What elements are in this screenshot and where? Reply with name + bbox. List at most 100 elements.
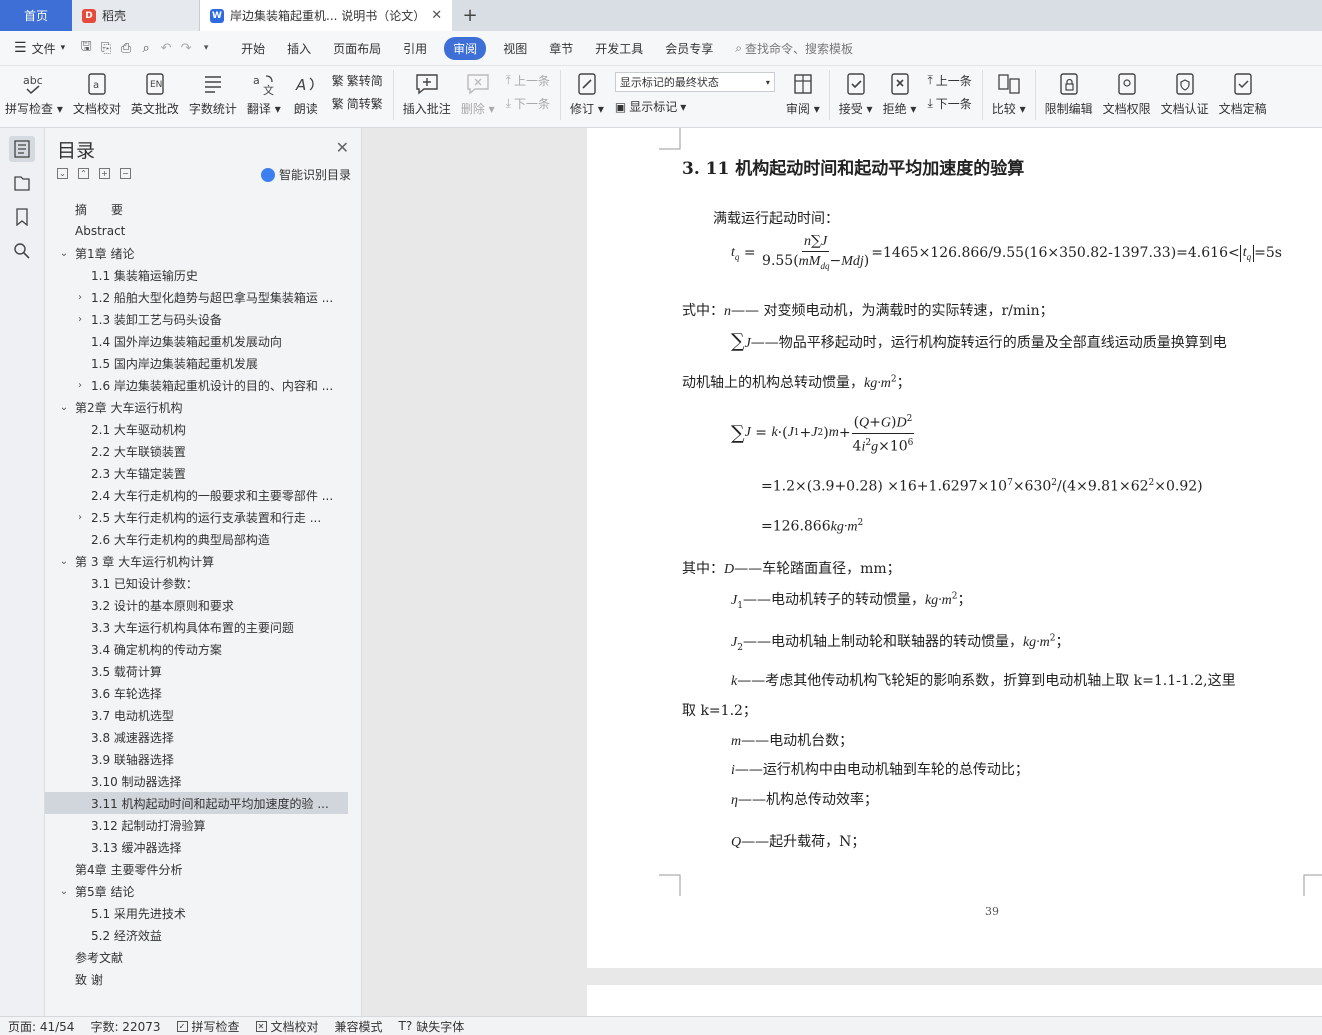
chevron-down-icon[interactable]: ⌄ xyxy=(57,886,71,897)
compat-mode[interactable]: 兼容模式 xyxy=(327,1018,391,1035)
reject-button[interactable]: 拒绝 ▾ xyxy=(878,70,922,117)
search-icon[interactable] xyxy=(9,238,35,264)
spell-check-status[interactable]: ✓ 拼写检查 xyxy=(169,1018,248,1035)
menu-item-references[interactable]: 引用 xyxy=(392,40,438,57)
page-indicator[interactable]: 页面: 41/54 xyxy=(0,1018,82,1035)
toc-item[interactable]: › 2.5 大车行走机构的运行支承装置和行走 ... xyxy=(45,506,362,528)
search-command[interactable]: ⌕ 查找命令、搜索模板 xyxy=(724,40,864,57)
close-tab-icon[interactable]: ✕ xyxy=(431,8,442,23)
export-icon[interactable]: ⎘ xyxy=(96,38,116,58)
review-pane-button[interactable]: 审阅 ▾ xyxy=(781,70,825,117)
toc-item[interactable]: 3.11 机构起动时间和起动平均加速度的验 ... xyxy=(45,792,348,814)
chevron-down-icon[interactable]: ⌄ xyxy=(57,248,71,259)
toc-item[interactable]: 3.6 车轮选择 xyxy=(45,682,362,704)
toc-item[interactable]: › 1.3 装卸工艺与码头设备 xyxy=(45,308,362,330)
menu-item-review[interactable]: 审阅 xyxy=(444,36,487,60)
toc-item[interactable]: ⌄ 第1章 绪论 xyxy=(45,242,362,264)
tab-document[interactable]: W 岸边集装箱起重机... 说明书（论文） ✕ xyxy=(200,0,452,31)
toc-item[interactable]: › 1.2 船舶大型化趋势与超巴拿马型集装箱运 ... xyxy=(45,286,362,308)
chevron-down-icon[interactable]: ⌄ xyxy=(57,556,71,567)
toc-item[interactable]: 第4章 主要零件分析 xyxy=(45,858,362,880)
doc-permission-button[interactable]: 文档权限 xyxy=(1098,70,1156,117)
add-heading-icon[interactable]: + xyxy=(99,168,110,179)
toc-item[interactable]: 2.1 大车驱动机构 xyxy=(45,418,362,440)
chevron-right-icon[interactable]: › xyxy=(73,512,87,523)
toc-item[interactable]: 3.9 联轴器选择 xyxy=(45,748,362,770)
toc-item[interactable]: ⌄ 第5章 结论 xyxy=(45,880,362,902)
english-review-button[interactable]: EN 英文批改 xyxy=(126,70,184,117)
insert-comment-button[interactable]: 插入批注 xyxy=(398,70,456,117)
menu-item-start[interactable]: 开始 xyxy=(230,40,276,57)
toc-item[interactable]: 2.4 大车行走机构的一般要求和主要零部件 ... xyxy=(45,484,362,506)
spell-check-button[interactable]: abc 拼写检查 ▾ xyxy=(0,70,68,117)
toc-item[interactable]: 1.5 国内岸边集装箱起重机发展 xyxy=(45,352,362,374)
customize-icon[interactable]: ▾ xyxy=(196,38,216,58)
word-count-button[interactable]: 字数统计 xyxy=(184,70,242,117)
toc-panel-icon[interactable] xyxy=(9,136,35,162)
accept-button[interactable]: 接受 ▾ xyxy=(834,70,878,117)
toc-item[interactable]: 致 谢 xyxy=(45,968,362,990)
toc-item[interactable]: 3.13 缓冲器选择 xyxy=(45,836,362,858)
toc-item[interactable]: 1.4 国外岸边集装箱起重机发展动向 xyxy=(45,330,362,352)
bookmark-icon[interactable] xyxy=(9,204,35,230)
missing-fonts[interactable]: T? 缺失字体 xyxy=(391,1018,473,1035)
toc-item[interactable]: 5.1 采用先进技术 xyxy=(45,902,362,924)
toc-item[interactable]: 3.5 载荷计算 xyxy=(45,660,362,682)
toc-item[interactable]: 3.4 确定机构的传动方案 xyxy=(45,638,362,660)
proofread-status[interactable]: ✕ 文档校对 xyxy=(248,1018,327,1035)
word-count[interactable]: 字数: 22073 xyxy=(82,1018,168,1035)
close-icon[interactable]: ✕ xyxy=(336,138,349,157)
translate-button[interactable]: a文 翻译 ▾ xyxy=(242,70,286,117)
menu-item-chapter[interactable]: 章节 xyxy=(538,40,584,57)
track-changes-button[interactable]: 修订 ▾ xyxy=(565,70,609,117)
toc-item[interactable]: 3.3 大车运行机构具体布置的主要问题 xyxy=(45,616,362,638)
doc-finalize-button[interactable]: 文档定稿 xyxy=(1214,70,1272,117)
undo-icon[interactable]: ↶ xyxy=(156,38,176,58)
print-preview-icon[interactable]: ⌕ xyxy=(136,38,156,58)
chevron-right-icon[interactable]: › xyxy=(73,314,87,325)
toc-item[interactable]: 2.2 大车联锁装置 xyxy=(45,440,362,462)
toc-item[interactable]: 3.2 设计的基本原则和要求 xyxy=(45,594,362,616)
trad-to-simp-button[interactable]: 繁繁转简 xyxy=(332,72,383,89)
toc-item[interactable]: 3.10 制动器选择 xyxy=(45,770,362,792)
prev-change-button[interactable]: ⤒ 上一条 xyxy=(927,72,971,89)
chapter-nav-icon[interactable] xyxy=(9,170,35,196)
next-change-button[interactable]: ⤓ 下一条 xyxy=(927,95,971,112)
next-comment-button[interactable]: ⤓ 下一条 xyxy=(506,95,550,112)
menu-item-layout[interactable]: 页面布局 xyxy=(322,40,392,57)
doc-certify-button[interactable]: 文档认证 xyxy=(1156,70,1214,117)
redo-icon[interactable]: ↷ xyxy=(176,38,196,58)
proofread-button[interactable]: a 文档校对 xyxy=(68,70,126,117)
restrict-editing-button[interactable]: 限制编辑 xyxy=(1040,70,1098,117)
menu-item-insert[interactable]: 插入 xyxy=(276,40,322,57)
tab-home[interactable]: 首页 xyxy=(0,0,72,31)
toc-item[interactable]: 参考文献 xyxy=(45,946,362,968)
prev-comment-button[interactable]: ⤒ 上一条 xyxy=(506,72,550,89)
smart-toc-button[interactable]: 智能识别目录 xyxy=(260,166,351,183)
delete-comment-button[interactable]: 删除 ▾ xyxy=(456,70,500,117)
toc-item[interactable]: Abstract xyxy=(45,220,362,242)
chevron-down-icon[interactable]: ⌄ xyxy=(57,402,71,413)
toc-item[interactable]: 摘 要 xyxy=(45,198,362,220)
toc-item[interactable]: 3.1 已知设计参数： xyxy=(45,572,362,594)
save-icon[interactable]: 🖫 xyxy=(76,38,96,58)
show-markup-button[interactable]: ▣ 显示标记 ▾ xyxy=(615,98,775,115)
toc-item[interactable]: 5.2 经济效益 xyxy=(45,924,362,946)
toc-item[interactable]: 3.7 电动机选型 xyxy=(45,704,362,726)
chevron-right-icon[interactable]: › xyxy=(73,380,87,391)
expand-all-icon[interactable]: ⌃ xyxy=(78,168,89,179)
file-menu[interactable]: ☰ 文件 ▾ xyxy=(0,40,76,57)
remove-heading-icon[interactable]: − xyxy=(120,168,131,179)
toc-item[interactable]: 2.6 大车行走机构的典型局部构造 xyxy=(45,528,362,550)
collapse-all-icon[interactable]: ⌄ xyxy=(57,168,68,179)
read-aloud-button[interactable]: A 朗读 xyxy=(286,70,326,117)
tab-daoke[interactable]: D 稻壳 xyxy=(72,0,200,31)
menu-item-member[interactable]: 会员专享 xyxy=(654,40,724,57)
menu-item-view[interactable]: 视图 xyxy=(492,40,538,57)
toc-item[interactable]: 2.3 大车锚定装置 xyxy=(45,462,362,484)
toc-item[interactable]: 3.12 起制动打滑验算 xyxy=(45,814,362,836)
markup-state-select[interactable]: 显示标记的最终状态 ▾ xyxy=(614,72,775,92)
new-tab-button[interactable]: + xyxy=(452,0,488,31)
menu-item-developer[interactable]: 开发工具 xyxy=(584,40,654,57)
print-icon[interactable]: ⎙ xyxy=(116,38,136,58)
